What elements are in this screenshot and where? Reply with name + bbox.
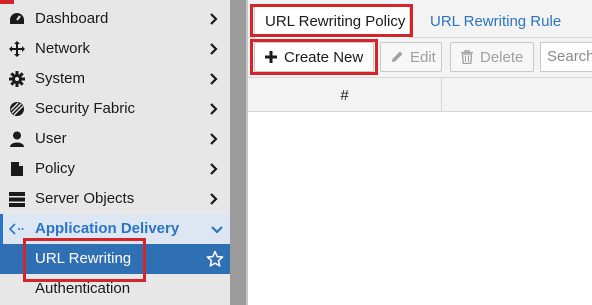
column-header-number[interactable]: # (248, 78, 442, 112)
sidebar-item-policy[interactable]: Policy (0, 154, 230, 184)
star-icon[interactable] (206, 250, 224, 268)
sidebar-item-server-objects[interactable]: Server Objects (0, 184, 230, 214)
highlight-box-create (250, 39, 378, 75)
delete-button[interactable]: Delete (450, 42, 534, 72)
chevron-right-icon (208, 131, 220, 147)
chevron-down-icon (211, 221, 223, 237)
chevron-right-icon (208, 161, 220, 177)
dashboard-icon (8, 11, 26, 27)
sidebar-item-user[interactable]: User (0, 124, 230, 154)
policy-icon (8, 161, 26, 177)
search-input[interactable]: Search (540, 42, 592, 72)
sidebar-item-label: System (35, 70, 86, 87)
sidebar-item-label: Server Objects (35, 190, 135, 207)
tab-url-rewriting-rule[interactable]: URL Rewriting Rule (430, 4, 561, 38)
sidebar-item-network[interactable]: Network (0, 34, 230, 64)
security-fabric-icon (8, 101, 26, 117)
sidebar-item-label: Network (35, 40, 91, 57)
table-header: # (248, 78, 592, 112)
sidebar-item-label: User (35, 130, 67, 147)
chevron-right-icon (208, 71, 220, 87)
edit-button[interactable]: Edit (380, 42, 442, 72)
sidebar-item-label: Authentication (35, 280, 131, 297)
chevron-right-icon (208, 101, 220, 117)
chevron-right-icon (208, 41, 220, 57)
sidebar-item-system[interactable]: System (0, 64, 230, 94)
trash-icon (460, 50, 474, 64)
highlight-box-tab (250, 4, 413, 37)
chevron-right-icon (208, 11, 220, 27)
server-icon (8, 191, 26, 207)
network-icon (8, 41, 26, 57)
gear-icon (8, 71, 26, 87)
highlight-box-url-rewriting (23, 238, 146, 282)
sidebar-item-label: Policy (35, 160, 76, 177)
chevron-right-icon (208, 191, 220, 207)
sidebar-item-label: Security Fabric (35, 100, 136, 117)
application-delivery-icon (8, 221, 26, 237)
pencil-icon (390, 50, 404, 64)
delete-label: Delete (480, 48, 524, 66)
sidebar-item-security-fabric[interactable]: Security Fabric (0, 94, 230, 124)
sidebar-item-dashboard[interactable]: Dashboard (0, 4, 230, 34)
edit-label: Edit (410, 48, 436, 66)
sidebar-item-label: Application Delivery (35, 220, 180, 237)
sidebar-item-label: Dashboard (35, 10, 109, 27)
sidebar-scrollbar[interactable] (230, 0, 246, 305)
user-icon (8, 131, 26, 147)
